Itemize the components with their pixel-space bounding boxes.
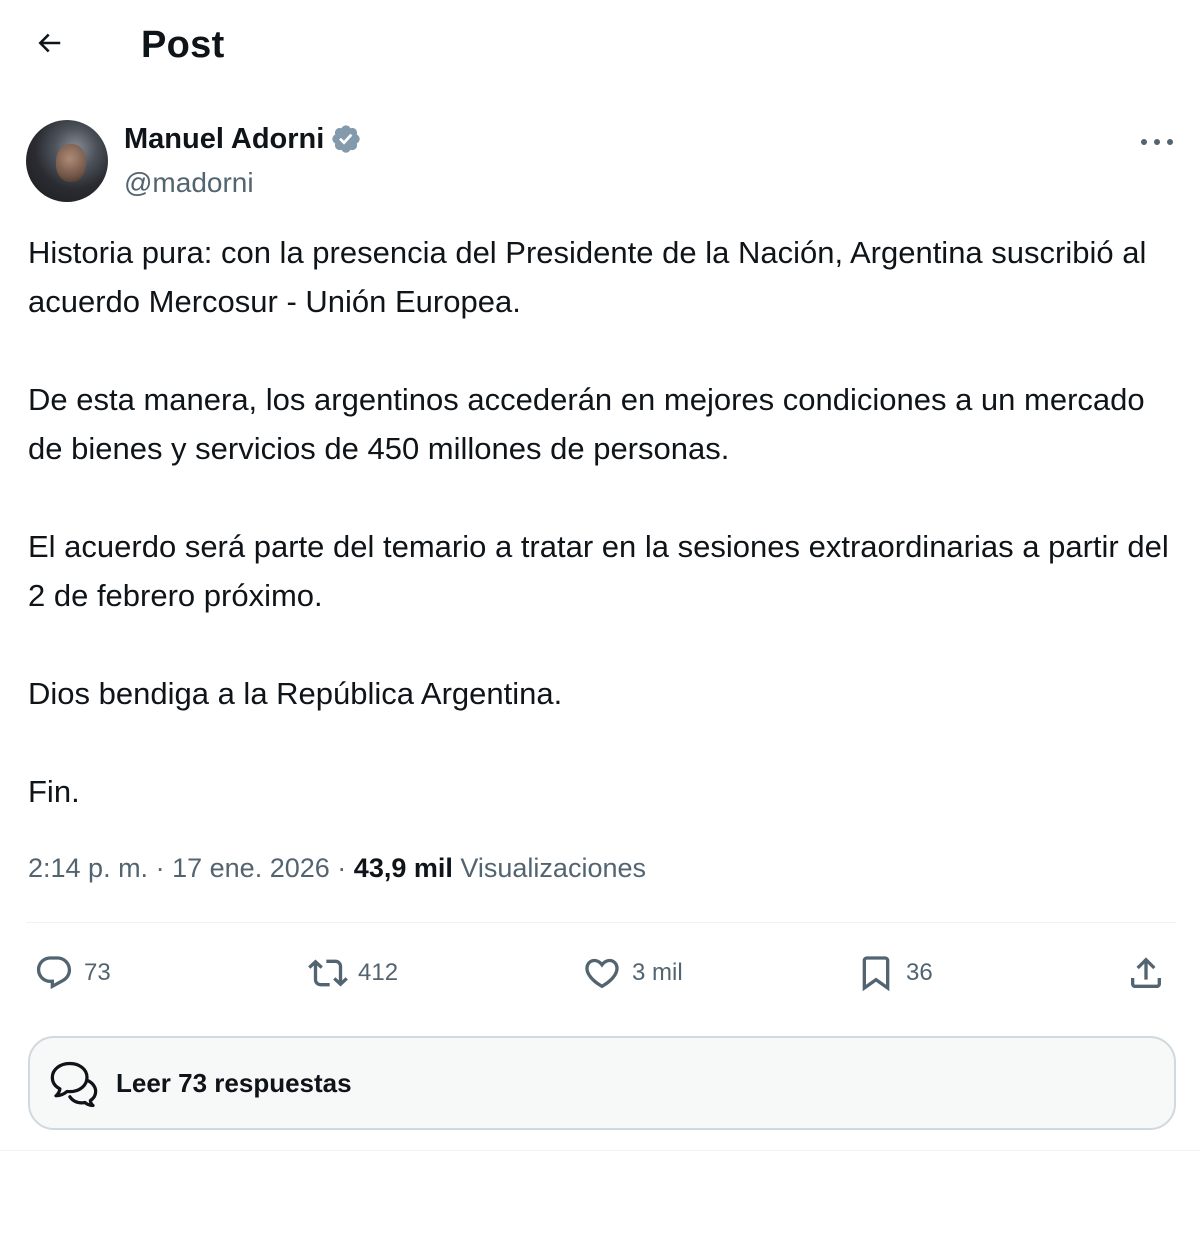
divider [26, 922, 1176, 923]
tweet-paragraph: De esta manera, los argentinos accederán… [28, 382, 1145, 466]
meta-separator: · [155, 853, 165, 883]
tweet-paragraph: Dios bendiga a la República Argentina. [28, 676, 563, 711]
author-name[interactable]: Manuel Adorni [124, 122, 324, 156]
views-count[interactable]: 43,9 mil [354, 853, 453, 883]
tweet-meta: 2:14 p. m. · 17 ene. 2026 · 43,9 mil Vis… [28, 848, 646, 888]
back-button[interactable] [26, 20, 72, 66]
like-count: 3 mil [632, 959, 683, 986]
arrow-left-icon [38, 33, 61, 53]
avatar-photo [56, 144, 86, 182]
tweet-paragraph: Fin. [28, 774, 80, 809]
repost-count: 412 [358, 959, 399, 986]
author-handle[interactable]: @madorni [124, 166, 254, 200]
read-replies-button[interactable]: Leer 73 respuestas [28, 1036, 1176, 1130]
heart-icon [585, 958, 619, 989]
share-icon [1131, 957, 1161, 988]
reply-icon [36, 956, 72, 990]
action-bar: 73 412 3 mil 36 [0, 940, 1200, 1006]
author-name-row[interactable]: Manuel Adorni [124, 122, 362, 156]
views-label[interactable]: Visualizaciones [460, 853, 646, 883]
bookmark-button[interactable]: 36 [856, 950, 933, 996]
bookmark-icon [862, 956, 890, 992]
conversation-icon [50, 1061, 98, 1108]
share-button[interactable] [1126, 950, 1166, 996]
repost-button[interactable]: 412 [308, 950, 398, 996]
like-button[interactable]: 3 mil [582, 950, 683, 996]
page-title: Post [141, 24, 225, 66]
post-time[interactable]: 2:14 p. m. [28, 853, 148, 883]
tweet-paragraph: El acuerdo será parte del temario a trat… [28, 529, 1169, 613]
post-page: Post Manuel Adorni @madorni Historia pur… [0, 0, 1200, 1255]
repost-icon [308, 959, 348, 987]
reply-count: 73 [84, 959, 111, 986]
bookmark-count: 36 [906, 959, 933, 986]
read-replies-label: Leer 73 respuestas [116, 1067, 352, 1098]
bottom-divider [0, 1150, 1200, 1151]
tweet-paragraph: Historia pura: con la presencia del Pres… [28, 235, 1147, 319]
reply-button[interactable]: 73 [34, 950, 111, 996]
verified-badge-icon[interactable] [330, 123, 362, 155]
top-bar: Post [0, 0, 1200, 90]
more-horizontal-icon [1141, 139, 1173, 145]
avatar[interactable] [26, 120, 108, 202]
tweet-text: Historia pura: con la presencia del Pres… [28, 228, 1178, 816]
meta-separator: · [337, 853, 347, 883]
more-options-button[interactable] [1134, 124, 1180, 160]
post-date[interactable]: 17 ene. 2026 [172, 853, 330, 883]
